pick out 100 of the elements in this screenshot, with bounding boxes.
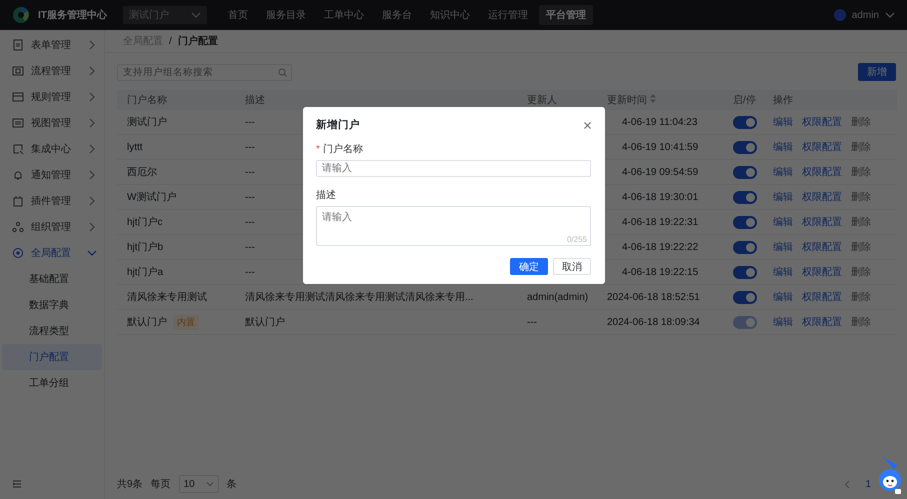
sidebar-item[interactable]: 视图管理: [0, 110, 104, 136]
action-link[interactable]: 权限配置: [802, 240, 842, 254]
org-chart-icon: [12, 221, 24, 233]
action-link[interactable]: 编辑: [773, 215, 793, 229]
nav-tab[interactable]: 服务目录: [258, 5, 313, 25]
action-link[interactable]: 编辑: [773, 140, 793, 154]
column-header[interactable]: 更新时间: [597, 90, 723, 110]
sidebar-item[interactable]: 插件管理: [0, 188, 104, 214]
table-cell: ---: [245, 266, 255, 278]
add-button[interactable]: 新增: [858, 63, 896, 81]
nav-tab[interactable]: 工单中心: [316, 5, 371, 25]
sidebar-subitem[interactable]: 门户配置: [2, 344, 102, 370]
toggle-switch[interactable]: [733, 216, 757, 228]
table-cell: hjt门户c: [127, 217, 163, 228]
sidebar-item[interactable]: 规则管理: [0, 84, 104, 110]
sidebar-subitem[interactable]: 基础配置: [2, 266, 102, 292]
plugin-icon: [12, 195, 24, 207]
table-cell: 测试门户: [127, 117, 167, 128]
char-count: 0/255: [566, 235, 587, 244]
action-link[interactable]: 编辑: [773, 265, 793, 279]
sidebar-item[interactable]: 流程管理: [0, 58, 104, 84]
sidebar-item[interactable]: 表单管理: [0, 32, 104, 58]
table-cell: lyttt: [127, 142, 143, 152]
action-link[interactable]: 权限配置: [802, 265, 842, 279]
table-icon: [12, 91, 24, 103]
field-label: 描述: [316, 190, 336, 202]
breadcrumb-item: 门户配置: [178, 34, 218, 48]
toggle-switch[interactable]: [733, 116, 757, 128]
confirm-button[interactable]: 确定: [510, 258, 548, 275]
page-number[interactable]: 1: [860, 478, 876, 490]
table-cell: ---: [245, 192, 255, 202]
chevron-right-icon: [87, 144, 97, 154]
sidebar-subitem[interactable]: 数据字典: [2, 292, 102, 318]
table-cell: 4-06-18 19:22:31: [622, 216, 698, 228]
table-cell: 4-06-19 09:54:59: [622, 166, 698, 178]
table-cell: hjt门户b: [127, 242, 164, 253]
sidebar-item[interactable]: 通知管理: [0, 162, 104, 188]
action-link[interactable]: 权限配置: [802, 290, 842, 304]
page-size-unit: 条: [226, 478, 237, 491]
total-count: 共9条: [117, 478, 143, 491]
table-cell: 4-06-18 19:30:01: [622, 192, 698, 202]
chevron-right-icon: [87, 40, 97, 50]
nav-tab[interactable]: 服务台: [374, 5, 419, 25]
action-link[interactable]: 编辑: [773, 190, 793, 204]
chevron-right-icon: [87, 92, 97, 102]
action-link[interactable]: 编辑: [773, 290, 793, 304]
table-cell: 清风徐来专用测试: [127, 292, 207, 303]
table-cell: 默认门户: [127, 316, 167, 328]
sidebar-subitem[interactable]: 工单分组: [2, 370, 102, 396]
column-header: 门户名称: [117, 90, 235, 110]
table-cell: 西厄尔: [127, 167, 157, 178]
toggle-switch[interactable]: [733, 266, 757, 278]
builtin-badge: 内置: [173, 314, 199, 330]
close-icon: [584, 122, 591, 128]
search-icon: [278, 68, 287, 76]
sidebar-item[interactable]: 全局配置: [0, 240, 104, 266]
cancel-button[interactable]: 取消: [553, 258, 591, 275]
sidebar-item[interactable]: 集成中心: [0, 136, 104, 162]
action-link[interactable]: 权限配置: [802, 190, 842, 204]
nav-tab[interactable]: 知识中心: [422, 5, 477, 25]
field-label: 门户名称: [322, 144, 363, 156]
toggle-switch[interactable]: [733, 240, 757, 254]
action-link[interactable]: 权限配置: [802, 140, 842, 154]
table-cell: hjt门户a: [127, 267, 164, 278]
table-cell: ---: [527, 316, 537, 328]
action-link[interactable]: 权限配置: [802, 115, 842, 129]
action-link[interactable]: 权限配置: [802, 165, 842, 179]
table-cell: admin(admin): [527, 292, 588, 302]
toggle-switch[interactable]: [733, 166, 757, 178]
view-icon: [12, 117, 24, 129]
toggle-switch[interactable]: [733, 190, 757, 204]
app-title: IT服务管理中心: [38, 8, 107, 22]
table-cell: 4-06-18 19:22:15: [622, 266, 698, 278]
sort-icon: [650, 94, 656, 103]
close-button[interactable]: [584, 122, 591, 128]
sidebar-item[interactable]: 组织管理: [0, 214, 104, 240]
table-cell: W测试门户: [127, 192, 176, 203]
document-icon: [12, 39, 24, 51]
sidebar-subitem[interactable]: 流程类型: [2, 318, 102, 344]
user-name[interactable]: admin: [852, 10, 879, 20]
dialog-title: 新增门户: [316, 119, 360, 131]
gear-icon: [12, 247, 24, 259]
action-link[interactable]: 编辑: [773, 165, 793, 179]
nav-tab[interactable]: 首页: [220, 5, 255, 25]
nav-tab[interactable]: 平台管理: [538, 5, 593, 25]
caret-icon: [190, 10, 201, 20]
action-link[interactable]: 权限配置: [802, 215, 842, 229]
nav-tab[interactable]: 运行管理: [480, 5, 535, 25]
search-field[interactable]: 支持用户组名称搜索: [117, 64, 292, 80]
page-size-select[interactable]: 10: [178, 475, 219, 493]
chevron-right-icon: [87, 118, 97, 128]
action-link[interactable]: 编辑: [773, 240, 793, 254]
action-link[interactable]: 编辑: [773, 115, 793, 129]
chevron-right-icon: [87, 196, 97, 206]
input-field[interactable]: 请输入: [316, 160, 591, 177]
table-cell: ---: [245, 242, 255, 252]
toggle-switch[interactable]: [733, 140, 757, 154]
logo-icon: [12, 6, 30, 24]
toggle-switch[interactable]: [733, 290, 757, 304]
collapse-icon: [12, 479, 22, 489]
